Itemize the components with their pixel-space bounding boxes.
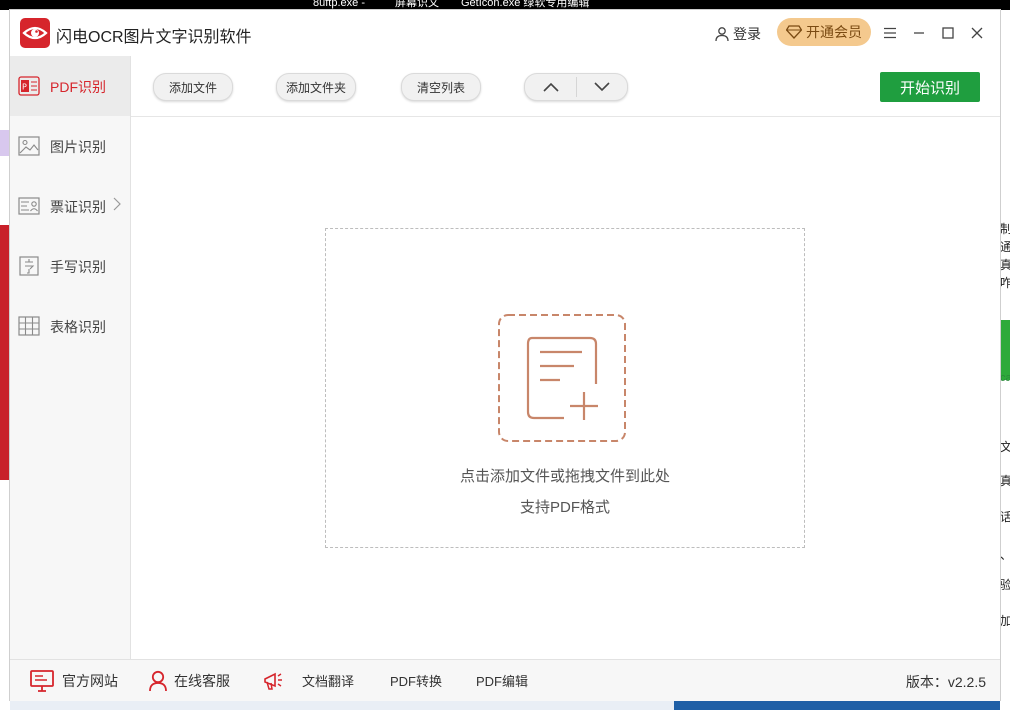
sidebar-item-handwriting[interactable]: 手写识别 — [10, 236, 130, 296]
pdf-convert-link[interactable]: PDF转换 — [390, 660, 442, 701]
login-label: 登录 — [733, 26, 761, 42]
doc-translate-link[interactable]: 文档翻译 — [262, 660, 354, 701]
table-icon — [18, 316, 40, 336]
app-logo — [20, 18, 50, 48]
close-icon — [971, 27, 983, 39]
online-support-label: 在线客服 — [174, 672, 230, 689]
toolbar: 添加文件 添加文件夹 清空列表 开始识别 — [131, 56, 1000, 117]
add-file-icon[interactable] — [498, 314, 626, 442]
sidebar-item-table[interactable]: 表格识别 — [10, 296, 130, 356]
clear-list-button[interactable]: 清空列表 — [401, 73, 481, 101]
background-window-fragment — [0, 225, 10, 480]
desktop-taskbar-strip: 8uftp.exe - 屏幕识文 GetIcon.exe 绿软专用编辑 — [0, 0, 1010, 10]
taskbar-text: 屏幕识文 — [395, 0, 439, 9]
eye-logo-icon — [22, 26, 48, 40]
reorder-buttons — [524, 73, 628, 101]
pdf-edit-link[interactable]: PDF编辑 — [476, 660, 528, 701]
background-text: 制 — [1000, 222, 1010, 236]
file-drop-zone[interactable]: 点击添加文件或拖拽文件到此处 支持PDF格式 — [325, 228, 805, 548]
background-text: ca — [1000, 372, 1010, 384]
background-text: 通 — [1000, 240, 1010, 254]
background-text: 加 — [1000, 614, 1010, 628]
close-button[interactable] — [966, 22, 988, 44]
chevron-down-icon — [593, 82, 610, 92]
hamburger-icon — [884, 27, 896, 39]
add-folder-button[interactable]: 添加文件夹 — [276, 73, 356, 101]
footer-bar: 官方网站 在线客服 文档翻译 PDF转换 PDF编辑 版本：v2.2.5 — [10, 659, 1000, 701]
desktop-right-strip: 制 通 真 咋 ca 文 真 话 、 验 加 — [1000, 10, 1010, 710]
menu-button[interactable] — [879, 22, 901, 44]
background-text: 真 — [1000, 474, 1010, 488]
diamond-icon — [786, 25, 802, 39]
user-icon — [715, 27, 729, 42]
sidebar-item-label: 表格识别 — [50, 319, 106, 335]
id-card-icon — [18, 197, 40, 215]
doc-translate-label: 文档翻译 — [302, 674, 355, 689]
vip-label: 开通会员 — [806, 24, 862, 40]
app-window: 闪电OCR图片文字识别软件 登录 开通会员 P PDF识别 图片识别 票证识别 … — [10, 10, 1000, 701]
vip-button[interactable]: 开通会员 — [777, 18, 871, 46]
start-recognition-button[interactable]: 开始识别 — [880, 72, 980, 102]
official-website-label: 官方网站 — [62, 672, 118, 689]
sidebar-item-label: PDF识别 — [50, 79, 106, 95]
desktop-bottom-strip — [10, 700, 1000, 710]
megaphone-icon — [264, 672, 282, 690]
version-label: 版本：v2.2.5 — [905, 674, 986, 690]
official-website-link[interactable]: 官方网站 — [30, 660, 118, 701]
app-title: 闪电OCR图片文字识别软件 — [56, 29, 252, 46]
background-text: 真 — [1000, 258, 1010, 272]
monitor-icon — [30, 669, 54, 692]
maximize-button[interactable] — [937, 22, 959, 44]
customer-service-icon — [149, 670, 167, 691]
taskbar-text: GetIcon.exe 绿软专用编辑 — [461, 0, 590, 9]
login-button[interactable]: 登录 — [714, 24, 761, 44]
background-text: 文 — [1000, 440, 1010, 454]
background-window-fragment — [1000, 320, 1010, 380]
online-support-link[interactable]: 在线客服 — [148, 660, 230, 701]
chevron-up-icon — [542, 82, 559, 92]
image-icon — [18, 136, 40, 156]
sidebar: P PDF识别 图片识别 票证识别 手写识别 表格识别 — [10, 56, 131, 659]
minimize-icon — [914, 32, 924, 34]
sidebar-item-label: 图片识别 — [50, 139, 106, 155]
desktop-left-strip — [0, 10, 10, 710]
title-bar: 闪电OCR图片文字识别软件 登录 开通会员 — [10, 10, 1000, 56]
svg-text:P: P — [22, 83, 27, 92]
taskbar-text: 8uftp.exe - — [313, 0, 365, 9]
handwriting-icon — [19, 256, 39, 276]
background-text: 咋 — [1000, 276, 1010, 290]
add-file-button[interactable]: 添加文件 — [153, 73, 233, 101]
move-down-button[interactable] — [576, 74, 627, 100]
pdf-icon: P — [18, 76, 40, 96]
background-text: 话 — [1000, 510, 1010, 524]
sidebar-item-label: 手写识别 — [50, 259, 106, 275]
move-up-button[interactable] — [525, 74, 576, 100]
sidebar-item-pdf[interactable]: P PDF识别 — [10, 56, 130, 116]
drop-hint: 点击添加文件或拖拽文件到此处 — [459, 468, 670, 485]
background-text: 验 — [1000, 578, 1010, 592]
sidebar-item-id-card[interactable]: 票证识别 — [10, 176, 130, 236]
format-hint: 支持PDF格式 — [519, 499, 610, 516]
minimize-button[interactable] — [908, 22, 930, 44]
maximize-icon — [942, 27, 954, 39]
background-window-fragment — [0, 130, 10, 156]
background-text: 、 — [1000, 546, 1010, 563]
sidebar-item-image[interactable]: 图片识别 — [10, 116, 130, 176]
desktop-wallpaper-fragment — [674, 700, 1000, 710]
sidebar-item-label: 票证识别 — [50, 199, 106, 215]
chevron-right-icon — [113, 197, 121, 211]
